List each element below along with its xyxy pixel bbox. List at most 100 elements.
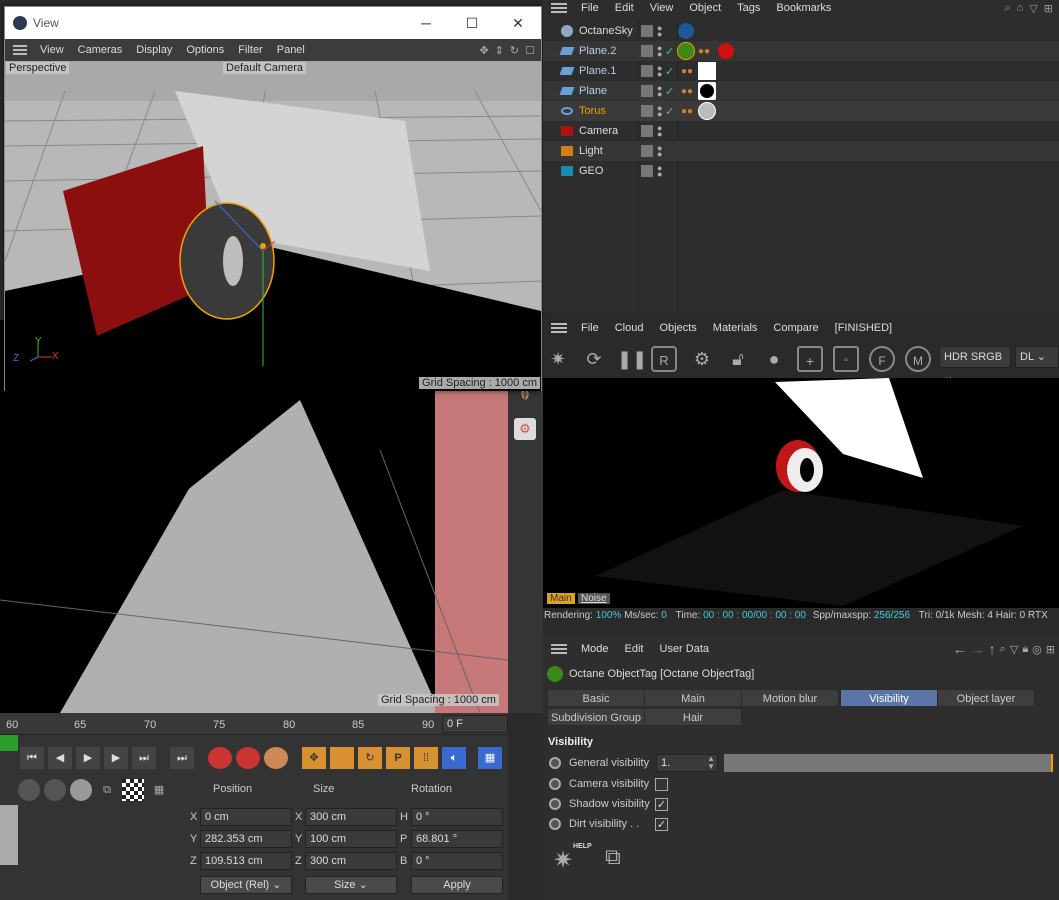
view-menu-panel[interactable]: Panel — [270, 44, 312, 56]
kernel-select[interactable]: DL ⌄ — [1015, 346, 1059, 368]
object-row-plane1[interactable]: Plane.1 ● ● ✓ ●● — [543, 61, 1059, 81]
size-z-input[interactable]: 300 cm — [305, 852, 397, 870]
pause-render-icon[interactable]: ❚❚ — [617, 346, 647, 372]
shadow-visibility-anim-dot[interactable] — [549, 798, 561, 810]
object-row-geo[interactable]: GEO ● ● — [543, 161, 1059, 181]
shadow-visibility-checkbox[interactable]: ✓ — [655, 798, 668, 811]
layer-dots-icon[interactable]: ● ● — [657, 24, 662, 39]
size-y-input[interactable]: 100 cm — [305, 830, 397, 848]
scale-key-icon[interactable] — [330, 747, 354, 769]
layer-dots-icon[interactable]: ● ● — [657, 64, 662, 79]
view-menu-options[interactable]: Options — [179, 44, 231, 56]
enabled-check-icon[interactable]: ✓ — [665, 45, 674, 58]
hamburger-icon[interactable] — [551, 3, 567, 13]
layer-dots-icon[interactable]: ● ● — [657, 104, 662, 119]
next-frame-icon[interactable]: ▶ — [104, 747, 128, 769]
om-menu-object[interactable]: Object — [681, 2, 729, 14]
param-key-icon[interactable]: P — [386, 747, 410, 769]
material-red-icon[interactable] — [718, 43, 734, 59]
position-x-input[interactable]: 0 cm — [200, 808, 292, 826]
dolly-view-icon[interactable]: ⇕ — [492, 44, 507, 57]
material-list-area[interactable] — [0, 805, 18, 865]
octane-render-icon[interactable]: ✷ — [545, 346, 571, 372]
hamburger-icon[interactable] — [551, 323, 567, 333]
maximize-view-icon[interactable]: ☐ — [522, 44, 541, 57]
object-row-camera[interactable]: Camera ● ● — [543, 121, 1059, 141]
general-visibility-slider[interactable] — [724, 754, 1053, 772]
lv-tab-main[interactable]: Main — [547, 593, 575, 604]
checker-icon[interactable] — [122, 779, 144, 801]
phong-tag-icon[interactable]: ●● — [681, 66, 693, 77]
add-region-icon[interactable]: + — [797, 346, 823, 372]
hamburger-icon[interactable] — [13, 45, 27, 55]
material-black-icon[interactable] — [698, 82, 716, 100]
visibility-toggle[interactable] — [641, 65, 653, 77]
back-arrow-icon[interactable]: ← — [951, 641, 969, 657]
visibility-toggle[interactable] — [641, 125, 653, 137]
search-icon[interactable]: ⌕ — [1001, 2, 1013, 15]
lv-menu-cloud[interactable]: Cloud — [607, 322, 652, 334]
region-render-icon[interactable]: R — [651, 346, 677, 372]
tab-motion-blur[interactable]: Motion blur — [741, 689, 839, 707]
settings-gear-icon[interactable]: ⚙ — [689, 346, 715, 372]
node-editor-icon[interactable]: ⧉ — [605, 844, 635, 874]
lock-icon[interactable]: 🔓︎ — [725, 346, 751, 372]
visibility-toggle[interactable] — [641, 145, 653, 157]
coord-mode-select[interactable]: Object (Rel) ⌄ — [200, 876, 292, 894]
object-row-octanesky[interactable]: OctaneSky ● ● — [543, 21, 1059, 41]
view-menu-cameras[interactable]: Cameras — [71, 44, 130, 56]
visibility-toggle[interactable] — [641, 85, 653, 97]
viewport-camera-label[interactable]: Default Camera — [223, 62, 307, 74]
om-menu-bookmarks[interactable]: Bookmarks — [768, 2, 839, 14]
go-to-start-icon[interactable]: ⏮ — [20, 747, 44, 769]
material-white-icon[interactable] — [698, 62, 716, 80]
tab-main[interactable]: Main — [644, 689, 742, 707]
object-row-torus[interactable]: Torus ● ● ✓ ●● — [543, 101, 1059, 121]
enabled-check-icon[interactable]: ✓ — [665, 65, 674, 78]
hamburger-icon[interactable] — [551, 644, 567, 654]
lv-tab-noise[interactable]: Noise — [578, 593, 610, 604]
blend-material-icon[interactable] — [44, 779, 66, 801]
add-icon[interactable]: ⊞ — [1044, 643, 1059, 656]
move-key-icon[interactable]: ✥ — [302, 747, 326, 769]
current-frame-input[interactable]: 0 F — [442, 715, 508, 733]
octane-sky-tag-icon[interactable] — [678, 23, 694, 39]
focus-picker-icon[interactable]: F — [869, 346, 895, 372]
close-icon[interactable]: ✕ — [495, 15, 541, 32]
rotate-view-icon[interactable]: ↻ — [507, 44, 522, 57]
previous-frame-icon[interactable]: ◀ — [48, 747, 72, 769]
view-window[interactable]: View ─ ☐ ✕ View Cameras Display Options … — [4, 6, 542, 391]
octane-object-tag-icon[interactable] — [677, 42, 695, 60]
visibility-toggle[interactable] — [641, 105, 653, 117]
sound-icon[interactable]: 🔈︎ — [442, 747, 466, 769]
view-canvas[interactable]: Perspective Default Camera Y Z X Grid Sp… — [5, 61, 541, 391]
visibility-toggle[interactable] — [641, 45, 653, 57]
enabled-check-icon[interactable]: ✓ — [665, 105, 674, 118]
lv-menu-objects[interactable]: Objects — [651, 322, 704, 334]
layer-dots-icon[interactable]: ● ● — [657, 164, 662, 179]
focus-region-icon[interactable]: ▫ — [833, 346, 859, 372]
octane-help-icon[interactable]: ✷ — [553, 846, 583, 876]
up-arrow-icon[interactable]: ↑ — [987, 641, 998, 657]
position-y-input[interactable]: 282.353 cm — [200, 830, 292, 848]
object-row-plane[interactable]: Plane ● ● ✓ ●● — [543, 81, 1059, 101]
camera-visibility-checkbox[interactable] — [655, 778, 668, 791]
lv-menu-compare[interactable]: Compare — [765, 322, 826, 334]
go-to-end-icon[interactable]: ⏭ — [132, 747, 156, 769]
view-menu-view[interactable]: View — [33, 44, 71, 56]
rotation-p-input[interactable]: 68.801 ° — [411, 830, 503, 848]
node-icon[interactable]: ⧉ — [96, 779, 118, 801]
view-menu-filter[interactable]: Filter — [231, 44, 269, 56]
rotation-b-input[interactable]: 0 ° — [411, 852, 503, 870]
timeline-ruler[interactable]: 60 65 70 75 80 85 90 0 F — [0, 713, 508, 735]
om-menu-tags[interactable]: Tags — [729, 2, 768, 14]
home-icon[interactable]: ⌂ — [1014, 2, 1027, 14]
dirt-visibility-anim-dot[interactable] — [549, 818, 561, 830]
am-menu-user-data[interactable]: User Data — [652, 643, 718, 655]
tab-visibility[interactable]: Visibility — [840, 689, 938, 707]
filter-icon[interactable]: ▽ — [1026, 2, 1040, 15]
dirt-visibility-checkbox[interactable]: ✓ — [655, 818, 668, 831]
search-icon[interactable]: ⌕ — [998, 643, 1008, 656]
position-z-input[interactable]: 109.513 cm — [200, 852, 292, 870]
layer-dots-icon[interactable]: ● ● — [657, 144, 662, 159]
